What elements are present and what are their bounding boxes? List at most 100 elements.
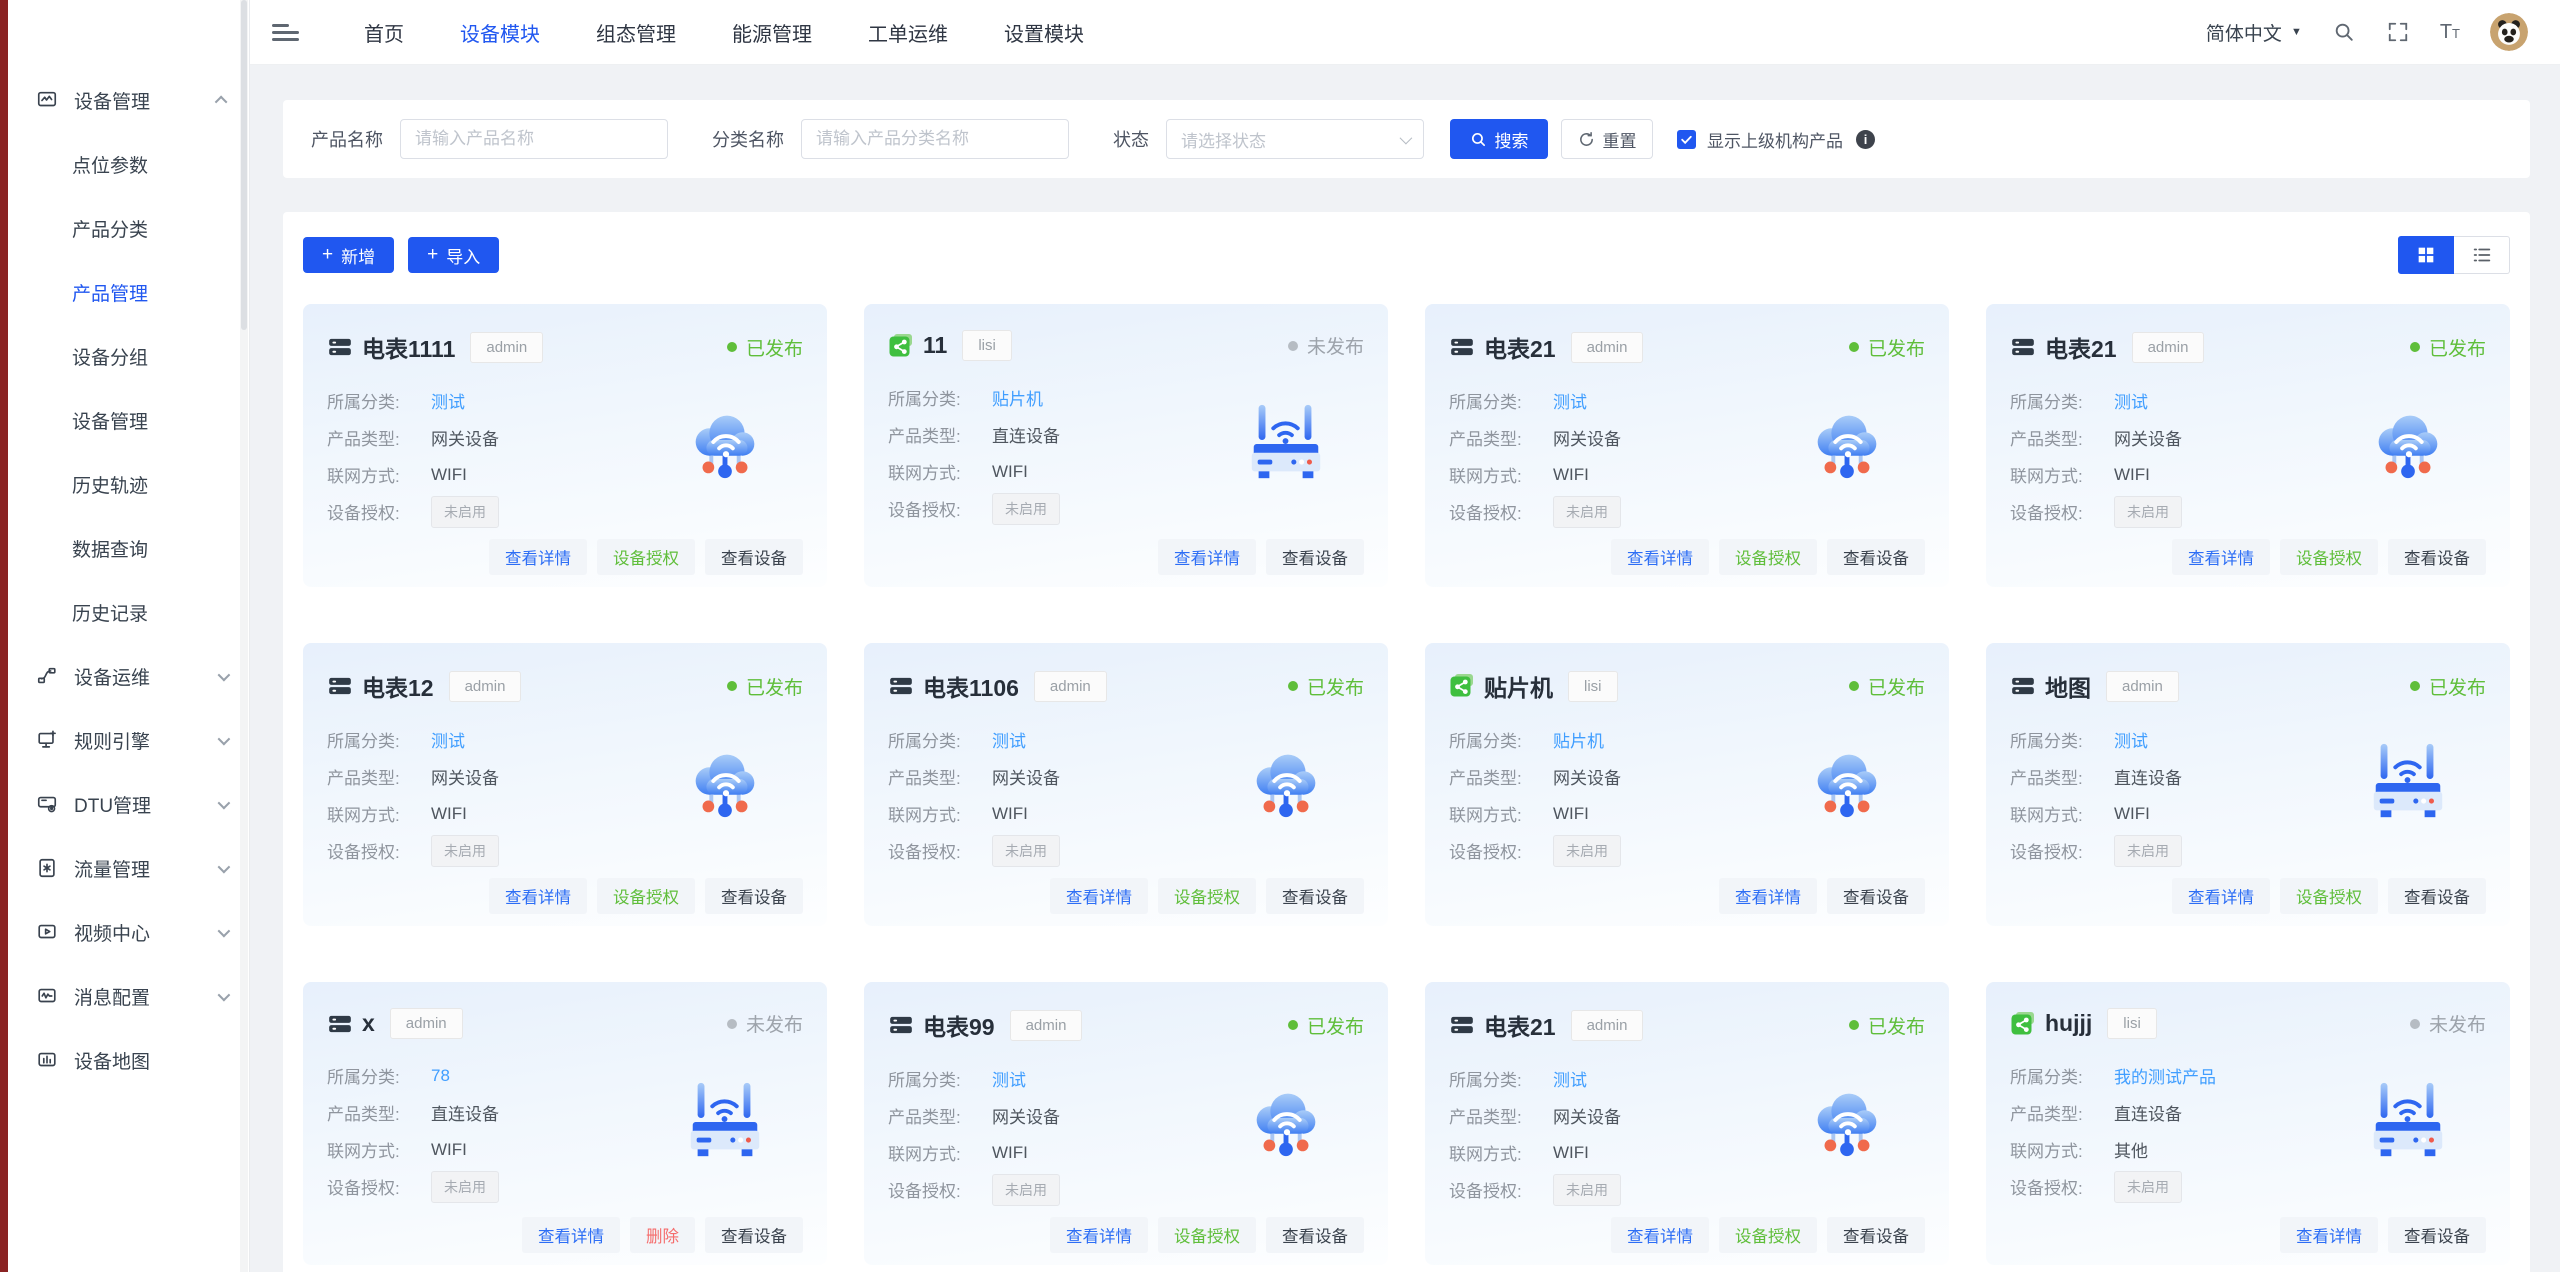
detail-button[interactable]: 查看详情: [489, 878, 587, 914]
sidebar-item-device-ops[interactable]: 设备运维: [8, 644, 249, 708]
sidebar-item-device-management[interactable]: 设备管理: [8, 68, 249, 132]
sidebar-subitem-point-params[interactable]: 点位参数: [8, 132, 249, 196]
network-field-label: 联网方式:: [888, 459, 980, 484]
sidebar-item-message-config[interactable]: 消息配置: [8, 964, 249, 1028]
product-status: 已发布: [1849, 1012, 1925, 1039]
info-icon[interactable]: i: [1856, 130, 1875, 149]
view-button[interactable]: 查看设备: [1266, 878, 1364, 914]
sidebar-item-device-map[interactable]: 设备地图: [8, 1028, 249, 1092]
chevron-down-icon: [218, 732, 231, 745]
authorize-button[interactable]: 设备授权: [2280, 539, 2378, 575]
sidebar-subitem-data-query[interactable]: 数据查询: [8, 516, 249, 580]
view-button[interactable]: 查看设备: [1827, 539, 1925, 575]
detail-button[interactable]: 查看详情: [489, 539, 587, 575]
list-view-button[interactable]: [2454, 236, 2510, 274]
sidebar-item-video-center[interactable]: 视频中心: [8, 900, 249, 964]
sidebar-subitem-device-management-sub[interactable]: 设备管理: [8, 388, 249, 452]
filter-bar: 产品名称 分类名称 状态 请选择状态 搜索 重置: [283, 100, 2530, 178]
import-button[interactable]: + 导入: [408, 237, 499, 273]
add-button[interactable]: + 新增: [303, 237, 394, 273]
product-type-value: 网关设备: [992, 764, 1060, 789]
product-category-link[interactable]: 测试: [431, 727, 465, 752]
fullscreen-icon[interactable]: [2386, 20, 2410, 44]
authorize-button[interactable]: 设备授权: [2280, 878, 2378, 914]
search-button[interactable]: 搜索: [1450, 119, 1548, 159]
detail-button[interactable]: 查看详情: [1611, 1217, 1709, 1253]
status-dot-icon: [727, 681, 737, 691]
product-category-link[interactable]: 测试: [1553, 388, 1587, 413]
view-button[interactable]: 查看设备: [2388, 878, 2486, 914]
topnav-item-5[interactable]: 设置模块: [1004, 18, 1084, 47]
product-type-value: 网关设备: [1553, 1103, 1621, 1128]
auth-field-label: 设备授权:: [1449, 838, 1541, 863]
product-name-input[interactable]: [400, 119, 668, 159]
product-category-link[interactable]: 测试: [992, 1066, 1026, 1091]
delete-button[interactable]: 删除: [630, 1217, 695, 1253]
detail-button[interactable]: 查看详情: [2172, 539, 2270, 575]
device-management-icon: [36, 89, 58, 111]
sidebar-item-traffic-management[interactable]: 流量管理: [8, 836, 249, 900]
detail-button[interactable]: 查看详情: [522, 1217, 620, 1253]
view-button[interactable]: 查看设备: [705, 539, 803, 575]
sidebar-subitem-product-management[interactable]: 产品管理: [8, 260, 249, 324]
detail-button[interactable]: 查看详情: [1719, 878, 1817, 914]
language-selector[interactable]: 简体中文 ▼: [2206, 19, 2302, 46]
view-button[interactable]: 查看设备: [1827, 878, 1925, 914]
topnav-item-2[interactable]: 组态管理: [596, 18, 676, 47]
product-category-link[interactable]: 我的测试产品: [2114, 1063, 2216, 1088]
search-icon[interactable]: [2332, 20, 2356, 44]
view-button[interactable]: 查看设备: [705, 1217, 803, 1253]
reset-button[interactable]: 重置: [1561, 119, 1653, 159]
product-category-link[interactable]: 测试: [992, 727, 1026, 752]
authorize-button[interactable]: 设备授权: [597, 878, 695, 914]
sidebar-item-rule-engine[interactable]: 规则引擎: [8, 708, 249, 772]
view-button[interactable]: 查看设备: [1827, 1217, 1925, 1253]
category-name-input[interactable]: [801, 119, 1069, 159]
product-category-link[interactable]: 测试: [431, 388, 465, 413]
product-category-link[interactable]: 测试: [2114, 388, 2148, 413]
sidebar-subitem-history-record[interactable]: 历史记录: [8, 580, 249, 644]
detail-button[interactable]: 查看详情: [1611, 539, 1709, 575]
detail-button[interactable]: 查看详情: [1050, 1217, 1148, 1253]
product-category-link[interactable]: 贴片机: [992, 385, 1043, 410]
product-category-link[interactable]: 贴片机: [1553, 727, 1604, 752]
topnav-item-0[interactable]: 首页: [364, 18, 404, 47]
topnav-item-3[interactable]: 能源管理: [732, 18, 812, 47]
detail-button[interactable]: 查看详情: [2172, 878, 2270, 914]
view-button[interactable]: 查看设备: [2388, 539, 2486, 575]
authorize-button[interactable]: 设备授权: [1158, 878, 1256, 914]
dtu-management-icon: [36, 793, 58, 815]
product-name: 电表1106: [923, 669, 1019, 703]
view-button[interactable]: 查看设备: [705, 878, 803, 914]
detail-button[interactable]: 查看详情: [2280, 1217, 2378, 1253]
topnav-item-1[interactable]: 设备模块: [460, 18, 540, 47]
sidebar-scrollbar[interactable]: [240, 0, 248, 1272]
authorize-button[interactable]: 设备授权: [597, 539, 695, 575]
view-button[interactable]: 查看设备: [1266, 539, 1364, 575]
avatar[interactable]: [2490, 13, 2528, 51]
auth-field-label: 设备授权:: [327, 838, 419, 863]
product-category-link[interactable]: 测试: [1553, 1066, 1587, 1091]
sidebar-subitem-device-group[interactable]: 设备分组: [8, 324, 249, 388]
authorize-button[interactable]: 设备授权: [1158, 1217, 1256, 1253]
status-select[interactable]: 请选择状态: [1166, 119, 1424, 159]
show-parent-org-checkbox[interactable]: [1677, 130, 1696, 149]
detail-button[interactable]: 查看详情: [1158, 539, 1256, 575]
grid-view-button[interactable]: [2398, 236, 2454, 274]
sidebar-item-label: 设备运维: [74, 663, 150, 690]
authorize-button[interactable]: 设备授权: [1719, 539, 1817, 575]
sidebar-item-dtu-management[interactable]: DTU管理: [8, 772, 249, 836]
detail-button[interactable]: 查看详情: [1050, 878, 1148, 914]
font-size-icon[interactable]: TT: [2440, 21, 2460, 44]
product-category-link[interactable]: 78: [431, 1066, 450, 1086]
sidebar-subitem-history-track[interactable]: 历史轨迹: [8, 452, 249, 516]
view-button[interactable]: 查看设备: [2388, 1217, 2486, 1253]
product-name-label: 产品名称: [311, 126, 383, 152]
product-category-link[interactable]: 测试: [2114, 727, 2148, 752]
topnav-item-4[interactable]: 工单运维: [868, 18, 948, 47]
sidebar-collapse-icon[interactable]: [272, 20, 300, 45]
meter-product-icon: [2010, 673, 2036, 699]
authorize-button[interactable]: 设备授权: [1719, 1217, 1817, 1253]
view-button[interactable]: 查看设备: [1266, 1217, 1364, 1253]
sidebar-subitem-product-category[interactable]: 产品分类: [8, 196, 249, 260]
